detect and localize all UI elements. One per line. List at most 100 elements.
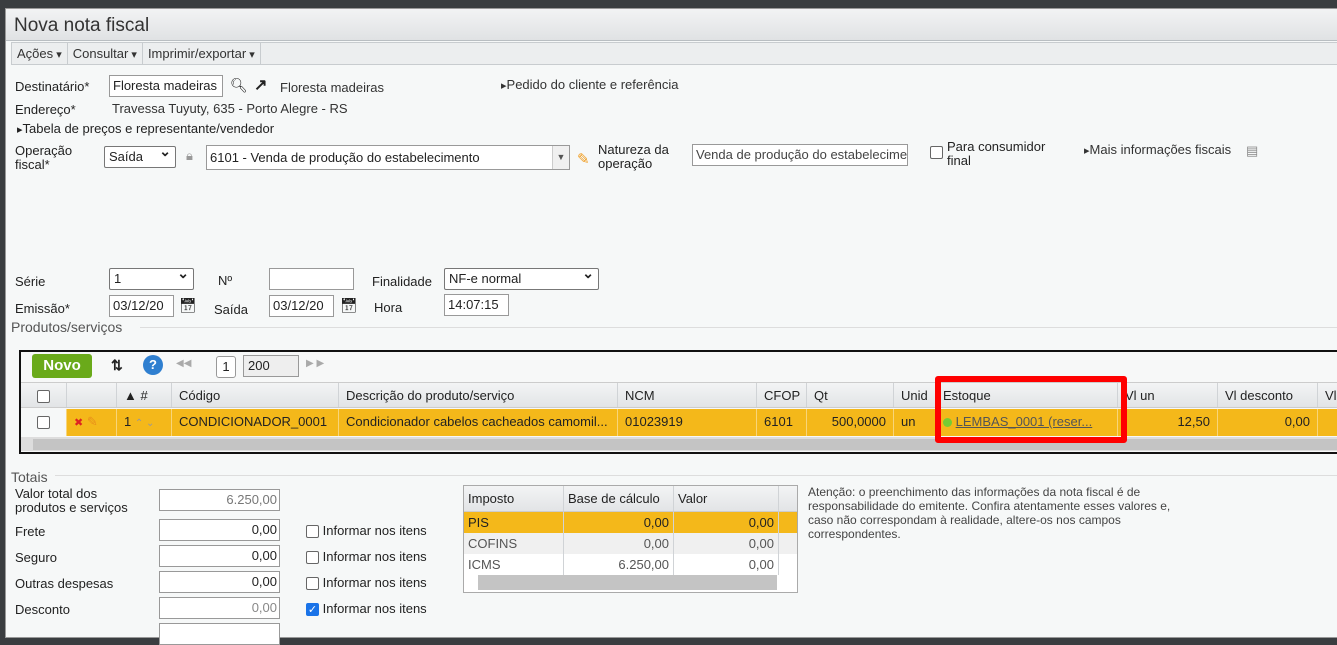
tabela-precos-toggle[interactable]: Tabela de preços e representante/vendedo…	[17, 121, 275, 136]
desconto-checkbox[interactable]: ✓	[306, 603, 319, 617]
col-vl-desconto[interactable]: Vl desconto	[1218, 383, 1318, 407]
consumidor-label-1: Para consumidor	[947, 139, 1046, 154]
horizontal-scrollbar[interactable]	[21, 437, 1337, 451]
window-title: Nova nota fiscal	[14, 15, 150, 36]
edit-icon[interactable]: ✎	[87, 414, 98, 429]
col-unid[interactable]: Unid	[894, 383, 936, 407]
col-ncm[interactable]: NCM	[618, 383, 757, 407]
finalidade-label: Finalidade	[372, 274, 432, 289]
frete-input[interactable]: 0,00	[159, 519, 280, 541]
tax-row[interactable]: ICMS 6.250,00 0,00	[464, 554, 797, 575]
grid-toolbar: Novo ⇅ ? ◀◀ 1 200 ▶ ▶	[21, 352, 1337, 380]
desconto-input[interactable]: 0,00	[159, 597, 280, 619]
delete-icon[interactable]: ✖	[74, 417, 83, 429]
operacao-label-2: fiscal*	[15, 157, 50, 172]
refresh-icon[interactable]: ⇅	[111, 357, 123, 374]
search-icon[interactable]: 🔍︎	[230, 77, 248, 94]
select-all-checkbox[interactable]	[37, 390, 50, 404]
impostos-grid: Imposto Base de cálculo Valor PIS 0,00 0…	[463, 485, 798, 593]
col-cfop[interactable]: CFOP	[757, 383, 807, 407]
numero-input[interactable]	[269, 268, 354, 290]
tax-horizontal-scrollbar[interactable]	[478, 575, 777, 590]
row-num: 1	[124, 414, 132, 429]
serie-select[interactable]: 1	[109, 265, 194, 290]
produtos-section-title: Produtos/serviços	[11, 319, 123, 335]
total-produtos-label-2: produtos e serviços	[15, 500, 128, 515]
annotation-highlight-box	[935, 376, 1127, 443]
first-page-icon[interactable]: ◀◀	[176, 358, 191, 369]
tax-imposto: COFINS	[464, 533, 564, 554]
menu-acoes[interactable]: Ações	[12, 43, 68, 64]
menu-bar: AçõesConsultarImprimir/exportar	[11, 42, 1337, 65]
row-checkbox[interactable]	[37, 416, 50, 430]
grid-header: ▲ # Código Descrição do produto/serviço …	[21, 382, 1337, 408]
col-qt[interactable]: Qt	[807, 383, 894, 407]
operacao-select[interactable]: Saída	[104, 143, 176, 168]
col-codigo[interactable]: Código	[172, 383, 339, 407]
cfop-dropdown-icon[interactable]: ▼	[552, 146, 569, 169]
col-valor[interactable]: Valor	[674, 486, 779, 511]
natureza-input[interactable]: Venda de produção do estabelecimento	[692, 144, 908, 166]
tax-imposto: ICMS	[464, 554, 564, 575]
next-total-input[interactable]	[159, 623, 280, 645]
operacao-label-1: Operação	[15, 143, 73, 158]
tax-row[interactable]: PIS 0,00 0,00	[464, 512, 797, 533]
seguro-checkbox[interactable]	[306, 551, 319, 565]
desconto-label: Desconto	[15, 602, 70, 617]
frete-label: Frete	[15, 524, 46, 539]
outras-despesas-checkbox[interactable]	[306, 577, 319, 591]
page-input[interactable]: 1	[216, 356, 236, 378]
tax-row[interactable]: COFINS 0,00 0,00	[464, 533, 797, 554]
natureza-label-2: operação	[598, 156, 653, 171]
tax-valor: 0,00	[674, 533, 779, 554]
pencil-icon[interactable]: ✎	[577, 150, 590, 168]
emissao-input[interactable]: 03/12/20	[109, 295, 174, 317]
col-vl[interactable]: Vl	[1318, 383, 1337, 407]
consumidor-label-2: final	[947, 153, 971, 168]
pedido-cliente-toggle[interactable]: Pedido do cliente e referência	[501, 77, 679, 92]
external-link-icon[interactable]: ↗	[254, 75, 267, 95]
cell-ncm: 01023919	[618, 409, 757, 436]
col-base[interactable]: Base de cálculo	[564, 486, 674, 511]
cell-codigo: CONDICIONADOR_0001	[172, 409, 339, 436]
col-vl-un[interactable]: Vl un	[1118, 383, 1218, 407]
notice-text: Atenção: o preenchimento das informações…	[808, 485, 1171, 541]
page-size-select[interactable]: 200	[243, 355, 299, 377]
reorder-arrows-icon[interactable]: ⌃ ⌄	[135, 418, 155, 429]
endereco-label: Endereço*	[15, 102, 76, 117]
col-num[interactable]: ▲ #	[117, 383, 172, 407]
destinatario-label: Destinatário*	[15, 79, 90, 94]
emissao-label: Emissão*	[15, 301, 70, 316]
consumidor-final-checkbox[interactable]	[930, 146, 943, 159]
destinatario-input[interactable]: Floresta madeiras	[109, 75, 223, 97]
help-icon[interactable]: ?	[143, 355, 163, 375]
hora-input[interactable]: 14:07:15	[444, 294, 509, 316]
document-icon[interactable]: ▤	[1246, 143, 1258, 159]
table-row[interactable]: ✖ ✎ 1 ⌃ ⌄ CONDICIONADOR_0001 Condicionad…	[21, 409, 1337, 436]
col-imposto[interactable]: Imposto	[464, 486, 564, 511]
mais-informacoes-toggle[interactable]: Mais informações fiscais	[1084, 142, 1232, 157]
novo-button[interactable]: Novo	[32, 354, 92, 378]
col-descricao[interactable]: Descrição do produto/serviço	[339, 383, 618, 407]
saida-input[interactable]: 03/12/20	[269, 295, 334, 317]
menu-consultar[interactable]: Consultar	[68, 43, 143, 64]
calendar-icon[interactable]: 📅︎	[340, 297, 358, 314]
destinatario-link[interactable]: Floresta madeiras	[280, 80, 384, 95]
natureza-label-1: Natureza da	[598, 142, 669, 157]
next-page-icon[interactable]: ▶ ▶	[306, 358, 324, 369]
title-bar: Nova nota fiscal	[6, 9, 1337, 41]
lock-icon: 🔒︎	[186, 148, 193, 163]
menu-imprimir-exportar[interactable]: Imprimir/exportar	[143, 43, 261, 64]
col-num-label: #	[140, 388, 148, 403]
total-produtos-input: 6.250,00	[159, 489, 280, 511]
frete-checkbox[interactable]	[306, 525, 319, 539]
produtos-grid: Novo ⇅ ? ◀◀ 1 200 ▶ ▶ ▲ # Código Descriç…	[19, 350, 1337, 454]
outras-despesas-input[interactable]: 0,00	[159, 571, 280, 593]
calendar-icon[interactable]: 📅︎	[179, 297, 197, 314]
frete-check-label: Informar nos itens	[322, 523, 427, 538]
cfop-combobox[interactable]: 6101 - Venda de produção do estabelecime…	[206, 145, 570, 170]
tax-base: 0,00	[564, 512, 674, 533]
seguro-input[interactable]: 0,00	[159, 545, 280, 567]
finalidade-select[interactable]: NF-e normal	[444, 265, 599, 290]
cell-descricao: Condicionador cabelos cacheados camomil.…	[339, 409, 618, 436]
